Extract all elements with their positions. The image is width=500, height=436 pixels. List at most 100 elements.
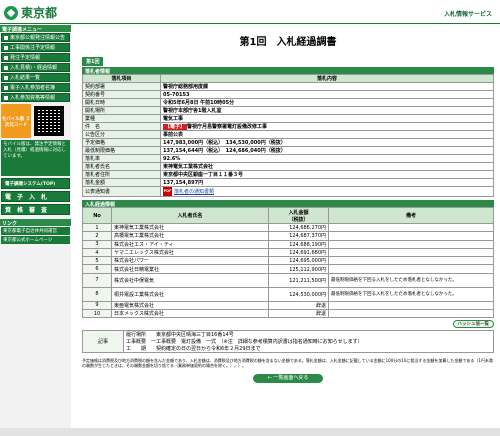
info-label: 開札場所 bbox=[82, 106, 161, 115]
info-value-text: 警視庁総務部用度課 bbox=[163, 84, 209, 90]
info-label: 落札金額 bbox=[82, 178, 161, 187]
info-row: 開札日時 令和5年6月8日 午前10時05分 bbox=[82, 98, 494, 107]
bidder-no: 2 bbox=[82, 231, 112, 241]
bidder-name: 株式会社エス・アイ・ティ bbox=[111, 239, 269, 249]
remarks-line: 工 期 契約確定の日の翌日から令和6年２月29日まで bbox=[126, 346, 261, 353]
bidder-no: 4 bbox=[82, 247, 112, 258]
bidder-note bbox=[328, 264, 494, 274]
info-row: 業種 電気工事 bbox=[82, 114, 494, 123]
info-value: 事前公表 bbox=[160, 130, 494, 139]
link-egov-joint[interactable]: 東京都電子自治体共同運営 bbox=[1, 227, 70, 235]
bidder-name: 日本メックス株式会社 bbox=[111, 309, 269, 319]
bidder-row: 10 日本メックス株式会社 辞退 bbox=[82, 309, 494, 319]
info-row: 落札者住所 東京都中央区銀座一丁目１１番３号 bbox=[82, 170, 494, 179]
sidebar-item-qualification[interactable]: 入札参加資格等情報 bbox=[1, 93, 70, 102]
winner-info-bar: 落札者情報 bbox=[82, 67, 494, 75]
sidebar: 電子調達メニュー 東京都公報発注情報公告 工事関係注予定情報 発注予定情報 入札… bbox=[0, 25, 71, 436]
footnote: 予定価格は消費税及び地方消費税の額を含んだ金額であり、入札金額は、消費税及び地方… bbox=[82, 358, 493, 369]
remarks-line: 工事概要 一工事概要 電灯設備 一式 （※注 詳細な参考積算内訳書は指名通知時に… bbox=[126, 339, 363, 346]
info-value-text: 事前公表 bbox=[163, 132, 184, 138]
info-label: 落札率 bbox=[82, 154, 161, 163]
info-value: PDF 落札者の通知書類 bbox=[160, 186, 494, 197]
info-value-text: 警視庁月島警察署電灯設備改修工事 bbox=[187, 124, 268, 130]
main-content: 第1回 入札経過調書 第1回 落札者情報 落札項目 落札内容 契約部署 警視庁総務… bbox=[82, 25, 494, 384]
remarks-table: 記事 履行場所 東京都中央区晴海三丁目16番14号 工事概要 一工事概要 電灯設… bbox=[82, 330, 494, 354]
info-row: 落札率 92.6% bbox=[82, 154, 494, 163]
tab-round-1[interactable]: 第1回 bbox=[82, 57, 104, 66]
info-value-text: 警視庁本部庁舎1階入札室 bbox=[163, 108, 222, 114]
info-value-text: 令和5年6月8日 午前10時05分 bbox=[163, 100, 235, 106]
bullet-icon bbox=[4, 35, 8, 40]
info-label: 契約番号 bbox=[82, 90, 161, 99]
sidebar-item-construction-schedule[interactable]: 工事関係注予定情報 bbox=[1, 43, 70, 52]
bidders-table: No 入札者氏名 入札金額 （税抜） 備考 1 東神電気工業株式会社 124,686… bbox=[82, 207, 494, 319]
info-row: 落札金額 137,154,897円 bbox=[82, 178, 494, 187]
electronic-tag: 【電子】 bbox=[163, 124, 188, 130]
sidebar-item-bid-results[interactable]: 入札結果一覧 bbox=[1, 73, 70, 82]
bidder-amount: 125,112,900円 bbox=[268, 264, 329, 274]
info-value: 【電子】 警視庁月島警察署電灯設備改修工事 bbox=[160, 122, 494, 131]
procurement-system-button[interactable]: 電子調達システム(TOP) bbox=[1, 178, 70, 189]
sidebar-item-bid-progress[interactable]: 入札見積)・経過情報 bbox=[1, 63, 70, 72]
pdf-icon[interactable]: PDF bbox=[163, 187, 172, 196]
remarks-line: 履行場所 東京都中央区晴海三丁目16番14号 bbox=[126, 332, 234, 339]
bidder-amount: 124,691,680円 bbox=[268, 247, 329, 258]
bidder-name: 東神電気工業株式会社 bbox=[111, 222, 269, 233]
bullet-icon bbox=[4, 75, 8, 80]
info-label: 公告区分 bbox=[82, 130, 161, 139]
bidder-row: 4 ヤマニエレックス株式会社 124,691,680円 bbox=[82, 247, 494, 258]
bidder-amount: 辞退 bbox=[268, 309, 329, 319]
bidder-row: 5 株式会社パワー 124,695,000円 bbox=[82, 256, 494, 266]
bidder-note bbox=[328, 309, 494, 319]
mobile-section: モバイル版 ２次元コード bbox=[1, 104, 70, 138]
info-value-text: 137,154,644円（税込） 124,686,040円（税抜） bbox=[163, 148, 286, 154]
info-value: 147,983,000円（税込） 134,530,000円（税抜） bbox=[160, 138, 494, 147]
hash-list-button[interactable]: ハッシュ値一覧 bbox=[452, 320, 494, 329]
notice-pdf-link[interactable]: 落札者の通知書類 bbox=[174, 189, 214, 195]
info-header-content: 落札内容 bbox=[160, 74, 494, 83]
info-label: 公表通知書 bbox=[82, 186, 161, 197]
bid-progress-bar: 入札経過情報 bbox=[82, 200, 494, 208]
info-value: 令和5年6月8日 午前10時05分 bbox=[160, 98, 494, 107]
sidebar-item-participant-list[interactable]: 電子入札参加者名簿 bbox=[1, 83, 70, 92]
bidder-row: 8 桐井電設工業株式会社 124,530,000円 最低制限価格を下回る入札をしたため… bbox=[82, 286, 494, 302]
bullet-icon bbox=[4, 45, 8, 50]
bidder-name: 高橋電気工業株式会社 bbox=[111, 231, 269, 241]
info-label: 落札者氏名 bbox=[82, 162, 161, 171]
info-row: 開札場所 警視庁本部庁舎1階入札室 bbox=[82, 106, 494, 115]
page-header: 東京都 入札情報サービス bbox=[0, 0, 500, 24]
bidder-no: 3 bbox=[82, 239, 112, 249]
info-row: 公表通知書 PDF 落札者の通知書類 bbox=[82, 186, 494, 197]
info-value: 137,154,897円 bbox=[160, 178, 494, 187]
bullet-icon bbox=[4, 95, 8, 100]
mobile-note: モバイル版は、発注予定情報と入札（見積）経過情報に対応しています。 bbox=[1, 140, 70, 176]
bidders-header-name: 入札者氏名 bbox=[111, 207, 269, 224]
info-row: 件 名【電子】 警視庁月島警察署電灯設備改修工事 bbox=[82, 122, 494, 131]
info-value-text: 東京都中央区銀座一丁目１１番３号 bbox=[163, 172, 244, 178]
info-value: 05-70153 bbox=[160, 90, 494, 99]
mobile-badge: モバイル版 ２次元コード bbox=[1, 104, 31, 138]
back-to-list-button[interactable]: ← 一覧画面へ戻る bbox=[253, 374, 323, 384]
tokyo-logo[interactable]: 東京都 bbox=[4, 4, 57, 21]
bidder-name: 株式会社パワー bbox=[111, 256, 269, 266]
bidder-amount: 124,688,190円 bbox=[268, 239, 329, 249]
bidder-no: 5 bbox=[82, 256, 112, 266]
info-value: 東京都中央区銀座一丁目１１番３号 bbox=[160, 170, 494, 179]
footer-band bbox=[0, 428, 500, 436]
bidder-note bbox=[328, 247, 494, 258]
tokyo-emblem-icon bbox=[4, 5, 18, 20]
info-row: 契約部署 警視庁総務部用度課 bbox=[82, 82, 494, 91]
service-title: 入札情報サービス bbox=[443, 11, 492, 18]
info-value: 警視庁総務部用度課 bbox=[160, 82, 494, 91]
sidebar-item-public-notice[interactable]: 東京都公報発注情報公告 bbox=[1, 33, 70, 42]
bidder-note bbox=[328, 239, 494, 249]
info-value: 電気工事 bbox=[160, 114, 494, 123]
info-header-item: 落札項目 bbox=[82, 74, 161, 83]
qr-code-icon bbox=[34, 106, 64, 136]
sidebar-item-order-schedule[interactable]: 発注予定情報 bbox=[1, 53, 70, 62]
winner-info-table: 落札項目 落札内容 契約部署 警視庁総務部用度課 契約番号 05-70153 開札日時令… bbox=[82, 74, 494, 197]
qualification-review-button[interactable]: 資 格 審 査 bbox=[1, 204, 70, 215]
bidder-amount: 124,686,270円 bbox=[268, 222, 329, 233]
electronic-bidding-button[interactable]: 電 子 入 札 bbox=[1, 191, 70, 202]
link-tokyo-official[interactable]: 東京都公式ホームページ bbox=[1, 236, 70, 244]
